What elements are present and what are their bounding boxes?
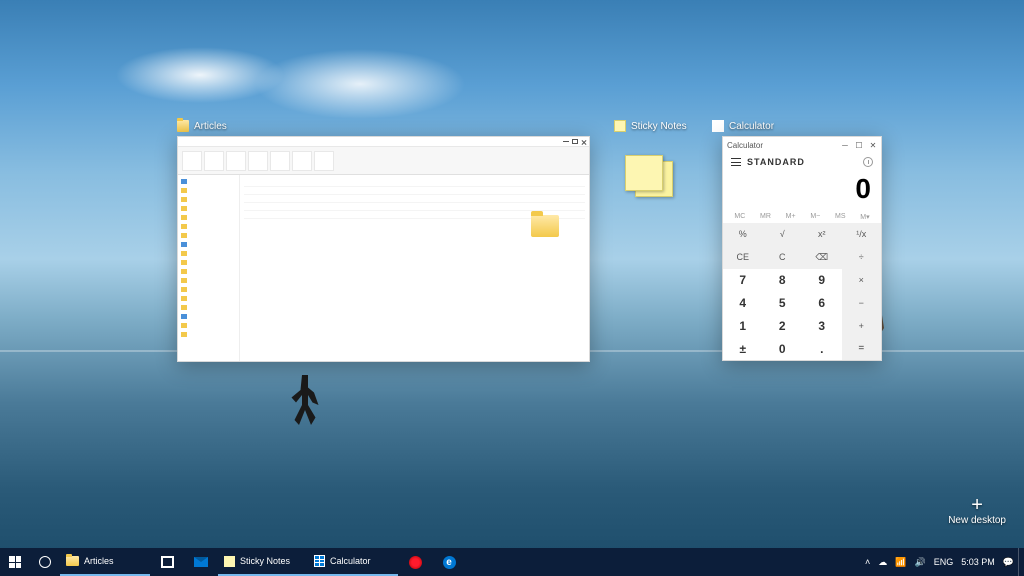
taskview-thumb-articles[interactable] [177,136,590,362]
tray-overflow-icon[interactable]: ˄ [865,557,870,567]
calculator-keypad: %√x²¹/x CEC⌫÷ 789× 456− 123+ ±0.= [723,223,881,360]
taskbar: Articles Sticky NotesCalculator e ˄ ☁ 📶 🔊 … [0,548,1024,576]
folder-icon [531,215,559,237]
explorer-titlebar [178,137,589,147]
volume-icon[interactable]: 🔊 [915,557,926,568]
taskview-title: Sticky Notes [631,121,687,132]
calc-key-⌫[interactable]: ⌫ [802,246,842,269]
cortana-icon [39,556,51,568]
calc-key-6[interactable]: 6 [802,292,842,315]
calc-key-%[interactable]: % [723,223,763,246]
calc-key-¹/x[interactable]: ¹/x [842,223,882,246]
explorer-file-list [240,175,589,361]
hamburger-icon[interactable] [731,158,741,166]
calc-key-.[interactable]: . [802,337,842,360]
network-icon[interactable]: 📶 [895,557,906,568]
calculator-display: 0 [723,171,881,211]
calc-key-1[interactable]: 1 [723,314,763,337]
calc-key-7[interactable]: 7 [723,269,763,292]
cortana-button[interactable] [30,548,60,576]
calculator-app-title: Calculator [727,141,763,150]
mem-m▾[interactable]: M▾ [860,213,869,221]
taskbar-edge[interactable]: e [432,548,466,576]
wallpaper-clouds [80,30,480,120]
calc-key-9[interactable]: 9 [802,269,842,292]
calc-key-3[interactable]: 3 [802,314,842,337]
calc-key-=[interactable]: = [842,337,882,360]
calc-key-x²[interactable]: x² [802,223,842,246]
calc-key-8[interactable]: 8 [763,269,803,292]
calc-key-+[interactable]: + [842,314,882,337]
windows-logo-icon [9,556,21,568]
taskbar-sticky[interactable]: Sticky Notes [218,548,308,576]
calculator-titlebar: Calculator ─ ☐ ✕ [723,137,881,153]
maximize-button[interactable]: ☐ [855,141,863,149]
close-button[interactable]: ✕ [869,141,877,149]
taskbar-mail[interactable] [184,548,218,576]
taskview-label-articles: Articles [177,120,227,132]
action-center-icon[interactable]: 💬 [1003,557,1014,568]
calculator-icon [712,120,724,132]
taskview-title: Calculator [729,121,774,132]
mem-mr[interactable]: MR [760,213,771,221]
taskview-thumb-calculator[interactable]: Calculator ─ ☐ ✕ STANDARD 0 MC MR M+ M− MS M▾… [722,136,882,361]
taskview-label-sticky: Sticky Notes [614,120,687,132]
language-indicator[interactable]: ENG [934,557,954,567]
wallpaper-runner [290,375,320,425]
clock[interactable]: 5:03 PM [961,557,995,567]
taskview-title: Articles [194,121,227,132]
taskview-label-calculator: Calculator [712,120,774,132]
calc-key-÷[interactable]: ÷ [842,246,882,269]
calculator-mode: STANDARD [747,157,805,167]
new-desktop-label: New desktop [948,515,1006,526]
explorer-nav-pane [178,175,240,361]
onedrive-icon[interactable]: ☁ [878,557,887,568]
taskbar-articles[interactable]: Articles [60,548,150,576]
taskbar-calculator[interactable]: Calculator [308,548,398,576]
desktop-wallpaper: Articles Sticky Notes Calculator [0,0,1024,576]
mem-mc[interactable]: MC [734,213,745,221]
taskbar-opera[interactable] [398,548,432,576]
show-desktop-button[interactable] [1018,548,1024,576]
calc-key-0[interactable]: 0 [763,337,803,360]
explorer-ribbon [178,147,589,175]
calc-key-CE[interactable]: CE [723,246,763,269]
note-icon [614,120,626,132]
taskbar-store[interactable] [150,548,184,576]
calculator-memory-row: MC MR M+ M− MS M▾ [723,211,881,223]
sticky-note [625,155,663,191]
mem-m−[interactable]: M− [810,213,820,221]
mem-ms[interactable]: MS [835,213,846,221]
calc-key-±[interactable]: ± [723,337,763,360]
calc-key-4[interactable]: 4 [723,292,763,315]
calc-key-×[interactable]: × [842,269,882,292]
history-icon[interactable] [863,157,873,167]
new-desktop-button[interactable]: + New desktop [948,495,1006,526]
folder-icon [177,120,189,132]
plus-icon: + [948,495,1006,515]
taskview-thumb-sticky[interactable] [625,155,675,200]
calc-key-C[interactable]: C [763,246,803,269]
mem-m+[interactable]: M+ [786,213,796,221]
calc-key-5[interactable]: 5 [763,292,803,315]
minimize-button[interactable]: ─ [841,141,849,149]
system-tray: ˄ ☁ 📶 🔊 ENG 5:03 PM 💬 [861,557,1018,568]
start-button[interactable] [0,548,30,576]
calc-key-2[interactable]: 2 [763,314,803,337]
calc-key-√[interactable]: √ [763,223,803,246]
calc-key-−[interactable]: − [842,292,882,315]
